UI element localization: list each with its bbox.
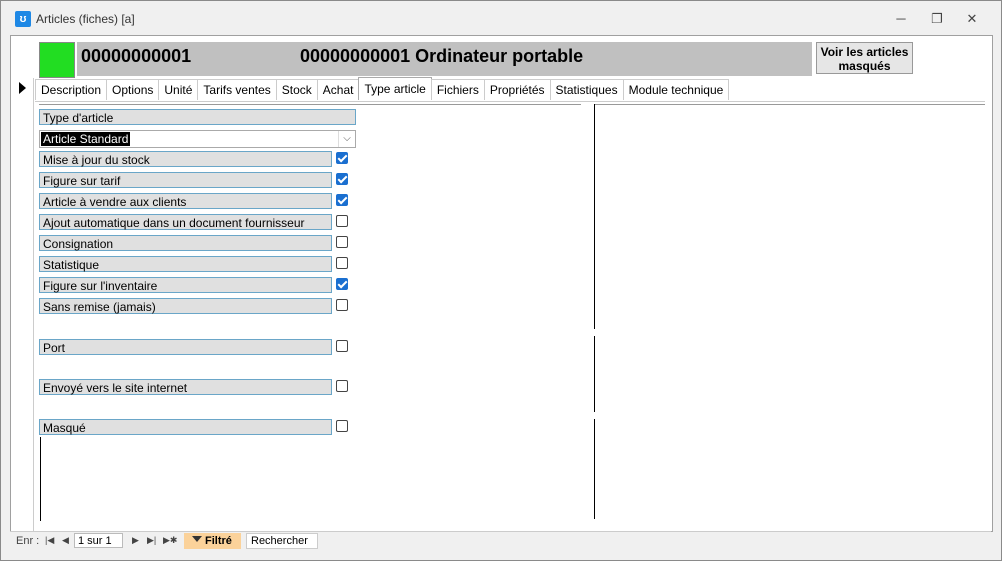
masque-checkbox[interactable] — [336, 420, 348, 432]
port-checkbox[interactable] — [336, 340, 348, 352]
voir-button-line2: masqués — [838, 59, 891, 73]
article-code[interactable]: 00000000001 — [77, 42, 298, 76]
tab-unite[interactable]: Unité — [158, 79, 199, 100]
tab-type-article[interactable]: Type article — [358, 77, 432, 100]
right-panel-top-border — [595, 104, 985, 105]
tab-statistiques[interactable]: Statistiques — [549, 79, 624, 100]
search-input[interactable]: Rechercher — [246, 533, 318, 549]
field-label: Masqué — [39, 419, 332, 435]
type-article-label: Type d'article — [39, 109, 356, 125]
article-name[interactable]: 00000000001 Ordinateur portable — [296, 42, 812, 76]
restore-button[interactable]: ❐ — [922, 9, 952, 29]
tab-fichiers[interactable]: Fichiers — [430, 79, 485, 100]
record-selector[interactable] — [11, 78, 34, 531]
tab-module-technique[interactable]: Module technique — [622, 79, 730, 100]
tab-tarifs-ventes[interactable]: Tarifs ventes — [197, 79, 277, 100]
voir-button-line1: Voir les articles — [820, 45, 909, 59]
right-panel-border — [594, 104, 595, 329]
form-content: 00000000001 00000000001 Ordinateur porta… — [10, 35, 993, 532]
sans-remise-checkbox[interactable] — [336, 299, 348, 311]
field-label: Figure sur tarif — [39, 172, 332, 188]
record-number-input[interactable]: 1 sur 1 — [74, 533, 123, 548]
field-label: Figure sur l'inventaire — [39, 277, 332, 293]
record-label: Enr : — [16, 535, 40, 547]
right-panel-border — [594, 336, 595, 412]
field-label: Consignation — [39, 235, 332, 251]
status-indicator — [39, 42, 75, 78]
type-article-select[interactable]: Article Standard ⌵ — [39, 130, 356, 148]
close-button[interactable]: ✕ — [957, 9, 987, 29]
figure-inventaire-checkbox[interactable] — [336, 278, 348, 290]
figure-sur-tarif-checkbox[interactable] — [336, 173, 348, 185]
filter-label: Filtré — [205, 535, 232, 547]
field-label: Port — [39, 339, 332, 355]
record-navigation-bar: Enr : |◀ ◀ 1 sur 1 ▶ ▶| ▶✱ Filtré Recher… — [10, 531, 991, 551]
last-record-button[interactable]: ▶| — [147, 535, 156, 546]
consignation-checkbox[interactable] — [336, 236, 348, 248]
field-label: Statistique — [39, 256, 332, 272]
voir-articles-masques-button[interactable]: Voir les articles masqués — [816, 42, 913, 74]
tab-proprietes[interactable]: Propriétés — [483, 79, 551, 100]
current-record-icon — [19, 82, 26, 94]
statistique-checkbox[interactable] — [336, 257, 348, 269]
ajout-automatique-checkbox[interactable] — [336, 215, 348, 227]
tab-description[interactable]: Description — [35, 79, 108, 100]
tab-achat[interactable]: Achat — [316, 79, 360, 100]
envoye-site-internet-checkbox[interactable] — [336, 380, 348, 392]
minimize-button[interactable]: ─ — [886, 9, 916, 29]
tab-stock[interactable]: Stock — [275, 79, 318, 100]
tab-options[interactable]: Options — [106, 79, 160, 100]
left-panel-border — [40, 437, 41, 521]
filter-toggle-button[interactable]: Filtré — [184, 533, 241, 549]
first-record-button[interactable]: |◀ — [45, 535, 54, 546]
chevron-down-icon[interactable]: ⌵ — [338, 131, 355, 147]
field-label: Sans remise (jamais) — [39, 298, 332, 314]
tab-bar: Description Options Unité Tarifs ventes … — [35, 77, 730, 101]
field-label: Ajout automatique dans un document fourn… — [39, 214, 332, 230]
field-label: Article à vendre aux clients — [39, 193, 332, 209]
type-article-value: Article Standard — [41, 132, 131, 146]
tab-divider — [35, 101, 985, 102]
article-a-vendre-checkbox[interactable] — [336, 194, 348, 206]
previous-record-button[interactable]: ◀ — [62, 535, 69, 546]
field-label: Envoyé vers le site internet — [39, 379, 332, 395]
mise-a-jour-stock-checkbox[interactable] — [336, 152, 348, 164]
field-label: Mise à jour du stock — [39, 151, 332, 167]
filter-icon — [192, 536, 202, 542]
window-title: Articles (fiches) [a] — [36, 12, 135, 26]
title-bar: ʊ Articles (fiches) [a] ─ ❐ ✕ — [1, 1, 1001, 35]
next-record-button[interactable]: ▶ — [132, 535, 139, 546]
window: ʊ Articles (fiches) [a] ─ ❐ ✕ 0000000000… — [0, 0, 1002, 561]
new-record-button[interactable]: ▶✱ — [163, 535, 177, 546]
right-panel-border — [594, 419, 595, 519]
app-icon: ʊ — [15, 11, 31, 27]
left-panel-top-border — [39, 104, 581, 105]
